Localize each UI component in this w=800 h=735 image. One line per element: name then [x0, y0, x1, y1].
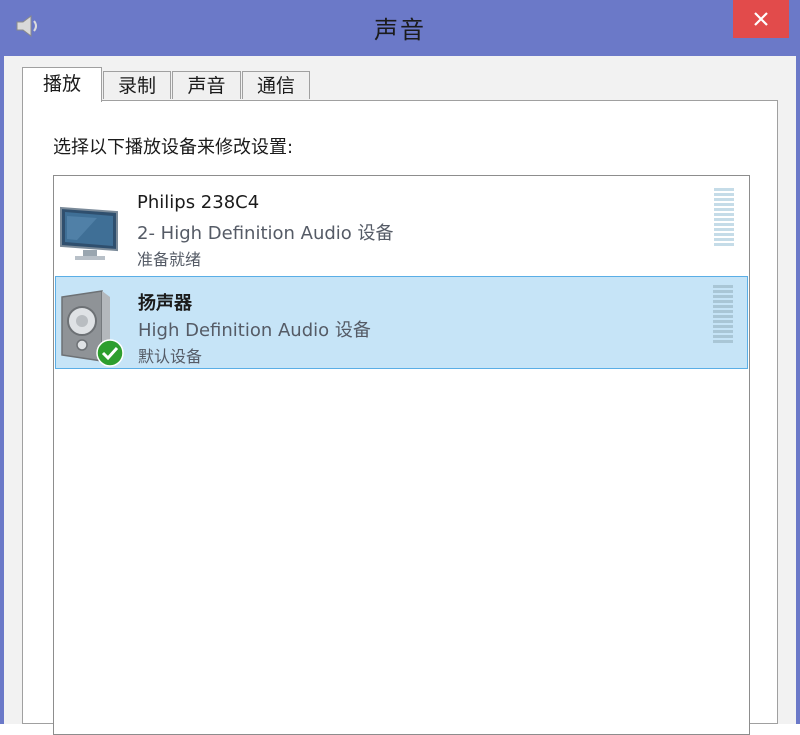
- tab-communications[interactable]: 通信: [242, 71, 310, 99]
- volume-meter: [714, 188, 734, 252]
- close-icon: [754, 12, 768, 26]
- default-checkmark-icon: [96, 339, 124, 367]
- tab-recording[interactable]: 录制: [103, 71, 171, 99]
- device-item-philips[interactable]: Philips 238C4 2- High Definition Audio 设…: [55, 180, 748, 273]
- monitor-icon: [60, 206, 118, 260]
- device-status: 准备就绪: [137, 250, 202, 269]
- playback-panel: 选择以下播放设备来修改设置: Philips 238C4 2- High Def…: [22, 100, 778, 735]
- device-item-speakers[interactable]: 扬声器 High Definition Audio 设备 默认设备: [55, 276, 748, 369]
- title-bar[interactable]: 声音: [0, 0, 800, 56]
- window-title: 声音: [374, 16, 426, 44]
- volume-meter: [713, 285, 733, 349]
- tab-playback[interactable]: 播放: [22, 67, 102, 102]
- device-name: Philips 238C4: [137, 192, 260, 213]
- playback-device-list[interactable]: Philips 238C4 2- High Definition Audio 设…: [53, 175, 750, 735]
- device-description: High Definition Audio 设备: [138, 320, 371, 341]
- device-description: 2- High Definition Audio 设备: [137, 223, 394, 244]
- instruction-text: 选择以下播放设备来修改设置:: [53, 137, 294, 158]
- device-name: 扬声器: [138, 293, 192, 314]
- close-button[interactable]: [733, 0, 789, 38]
- dialog-client-area: 播放 录制 声音 通信 选择以下播放设备来修改设置: Philips 238C4: [4, 56, 796, 735]
- device-status: 默认设备: [138, 347, 203, 366]
- sound-dialog: 声音 播放 录制 声音 通信 选择以下播放设备来修改设置: Philips 23…: [0, 0, 800, 735]
- tab-sounds[interactable]: 声音: [172, 71, 241, 99]
